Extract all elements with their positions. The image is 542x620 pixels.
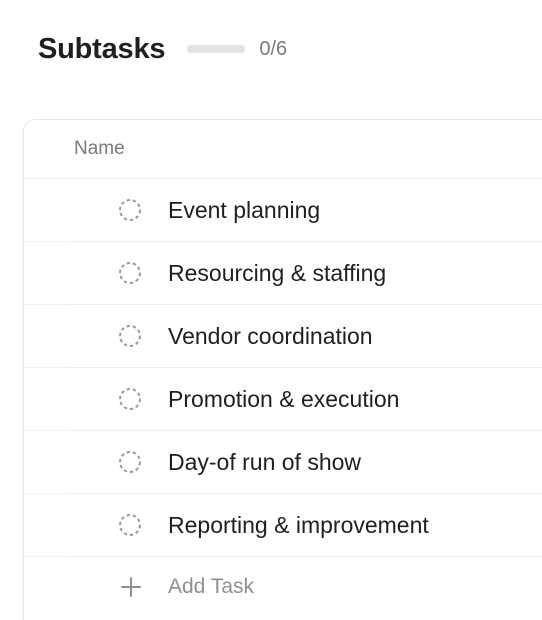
dashed-circle-icon[interactable]: [118, 261, 142, 285]
table-row[interactable]: Resourcing & staffing: [24, 242, 542, 305]
task-name[interactable]: Day-of run of show: [168, 449, 361, 476]
table-row[interactable]: Promotion & execution: [24, 368, 542, 431]
add-task-label[interactable]: Add Task: [168, 575, 254, 599]
plus-icon[interactable]: [120, 576, 142, 598]
subtasks-table: Name Event planning Resourcing & staffin…: [23, 119, 542, 620]
subtasks-progress-bar: [187, 45, 246, 53]
table-row[interactable]: Reporting & improvement: [24, 494, 542, 557]
task-name[interactable]: Event planning: [168, 197, 320, 224]
dashed-circle-icon[interactable]: [118, 198, 142, 222]
task-name[interactable]: Promotion & execution: [168, 386, 399, 413]
column-header-name[interactable]: Name: [74, 138, 125, 160]
dashed-circle-icon[interactable]: [118, 513, 142, 537]
subtasks-header: Subtasks 0/6: [38, 28, 287, 70]
table-row[interactable]: Vendor coordination: [24, 305, 542, 368]
task-list: Event planning Resourcing & staffing Ven…: [24, 179, 542, 557]
page-title: Subtasks: [38, 32, 166, 65]
table-row[interactable]: Day-of run of show: [24, 431, 542, 494]
dashed-circle-icon[interactable]: [118, 387, 142, 411]
table-row[interactable]: Event planning: [24, 179, 542, 242]
dashed-circle-icon[interactable]: [118, 450, 142, 474]
task-name[interactable]: Vendor coordination: [168, 323, 373, 350]
task-name[interactable]: Resourcing & staffing: [168, 260, 386, 287]
column-header-row: Name: [24, 120, 542, 179]
add-task-button[interactable]: Add Task: [24, 557, 542, 617]
task-name[interactable]: Reporting & improvement: [168, 512, 429, 539]
subtasks-progress-count: 0/6: [259, 37, 288, 60]
dashed-circle-icon[interactable]: [118, 324, 142, 348]
